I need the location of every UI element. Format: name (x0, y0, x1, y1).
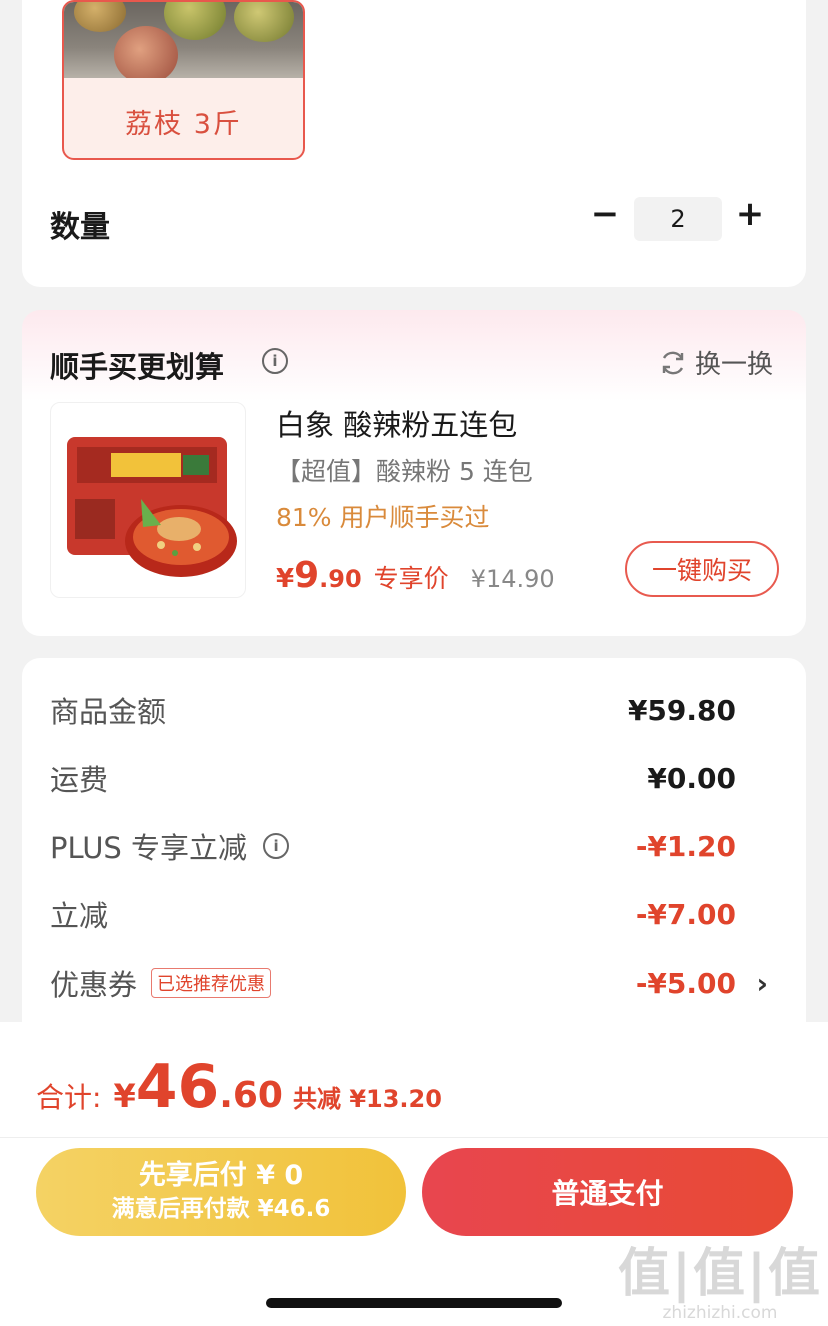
summary-value: -¥1.20 (635, 829, 736, 863)
total-amount: 合计: ¥ 46 .60 共减 ¥13.20 (36, 1052, 442, 1122)
total-saving: 共减 ¥13.20 (292, 1085, 442, 1113)
summary-label: 优惠券 (50, 968, 138, 1002)
pay-later-button[interactable]: 先享后付 ¥ 0 满意后再付款 ¥46.6 (36, 1148, 406, 1236)
quantity-label: 数量 (50, 210, 110, 245)
product-image[interactable] (50, 402, 246, 598)
refresh-icon (662, 351, 684, 374)
original-price: ¥14.90 (470, 565, 555, 593)
watermark-text: 值|值|值 (618, 1244, 822, 1304)
product-name[interactable]: 白象 酸辣粉五连包 (276, 402, 517, 444)
quantity-value-field[interactable]: 2 (634, 197, 722, 241)
product-purchase-stat: 81% 用户顺手买过 (276, 503, 490, 532)
addon-card: 顺手买更划算 i 换一换 白象 酸辣粉五连包 【超值】酸辣粉 5 连包 81% … (22, 310, 806, 636)
summary-label: PLUS 专享立减 (50, 831, 248, 865)
spec-option-label: 荔枝 3斤 (125, 109, 242, 140)
summary-value: -¥7.00 (635, 897, 736, 931)
home-indicator[interactable] (266, 1298, 562, 1308)
price-symbol: ¥ (276, 564, 295, 594)
summary-row-shipping: 运费 ¥0.00 (50, 758, 766, 798)
summary-value: ¥59.80 (627, 693, 736, 727)
normal-pay-button[interactable]: 普通支付 (422, 1148, 793, 1236)
refresh-button[interactable]: 换一换 (659, 344, 773, 381)
price-tag: 专享价 (373, 564, 449, 593)
pay-later-subtitle: 满意后再付款 ¥46.6 (111, 1196, 331, 1222)
summary-label: 商品金额 (50, 695, 167, 729)
total-decimal: .60 (219, 1075, 283, 1116)
price-integer: 9 (294, 555, 320, 596)
summary-row-coupon[interactable]: 优惠券 已选推荐优惠 -¥5.00 › (50, 963, 768, 1003)
checkout-bar: 合计: ¥ 46 .60 共减 ¥13.20 先享后付 ¥ 0 满意后再付款 ¥… (0, 1022, 828, 1326)
product-price: ¥ 9 .90 专享价 ¥14.90 (276, 555, 555, 596)
total-label: 合计: (36, 1081, 102, 1114)
quantity-increase-button[interactable]: + (730, 194, 770, 234)
summary-row-plus-discount: PLUS 专享立减 i -¥1.20 (50, 826, 766, 866)
divider (0, 1137, 828, 1138)
lychee-thumbnail (64, 2, 303, 78)
addon-title: 顺手买更划算 (50, 350, 225, 384)
summary-label: 立减 (50, 899, 109, 933)
price-summary-card: 商品金额 ¥59.80 运费 ¥0.00 PLUS 专享立减 i -¥1.20 … (22, 658, 806, 1078)
info-icon[interactable]: i (262, 348, 288, 374)
price-decimal: .90 (319, 565, 362, 593)
total-symbol: ¥ (113, 1077, 136, 1115)
product-subtitle: 【超值】酸辣粉 5 连包 (276, 457, 533, 486)
info-icon[interactable]: i (263, 833, 290, 859)
quantity-decrease-button[interactable]: − (585, 194, 625, 234)
coupon-badge: 已选推荐优惠 (151, 968, 272, 998)
one-click-buy-button[interactable]: 一键购买 (625, 541, 779, 597)
watermark-logo: 值|值|值 zhizhizhi.com (618, 1244, 822, 1322)
summary-value: ¥0.00 (647, 761, 736, 795)
refresh-label: 换一换 (695, 350, 774, 380)
summary-label: 运费 (50, 763, 109, 797)
watermark-url: zhizhizhi.com (662, 1303, 778, 1323)
summary-row-instant-discount: 立减 -¥7.00 (50, 894, 766, 934)
summary-row-goods: 商品金额 ¥59.80 (50, 690, 766, 730)
spec-card: 荔枝 3斤 数量 − 2 + (22, 0, 806, 287)
total-integer: 46 (135, 1052, 220, 1122)
pay-later-title: 先享后付 ¥ 0 (138, 1160, 304, 1191)
chevron-right-icon[interactable]: › (756, 967, 768, 1000)
summary-value: -¥5.00 (635, 966, 736, 1000)
noodle-package-image (67, 437, 237, 577)
spec-option-lychee[interactable]: 荔枝 3斤 (62, 0, 305, 160)
